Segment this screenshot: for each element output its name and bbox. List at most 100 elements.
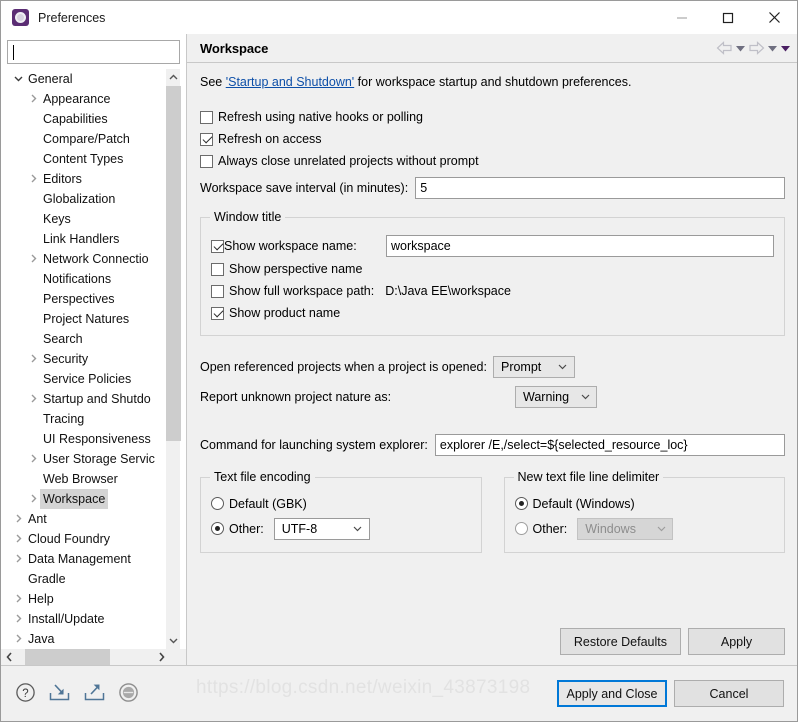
chevron-right-icon[interactable] <box>27 349 40 369</box>
sidebar-item-keys[interactable]: Keys <box>7 209 165 229</box>
chevron-right-icon[interactable] <box>12 509 25 529</box>
sidebar-item-ant[interactable]: Ant <box>7 509 165 529</box>
refresh-native-hooks-checkbox[interactable] <box>200 110 213 124</box>
delimiter-other-radio[interactable] <box>514 522 528 535</box>
sidebar-item-content-types[interactable]: Content Types <box>7 149 165 169</box>
show-full-workspace-path-checkbox[interactable] <box>211 284 224 298</box>
maximize-button[interactable] <box>705 1 751 34</box>
sidebar-item-ui-responsiveness[interactable]: UI Responsiveness <box>7 429 165 449</box>
system-explorer-input[interactable]: explorer /E,/select=${selected_resource_… <box>434 434 785 456</box>
sidebar-item-perspectives[interactable]: Perspectives <box>7 289 165 309</box>
sidebar-item-java[interactable]: Java <box>7 629 165 649</box>
preferences-tree[interactable]: General Appearance Capabilities Compare/Pat… <box>7 69 165 649</box>
show-product-name-row[interactable]: Show product name <box>211 302 774 324</box>
show-perspective-name-row[interactable]: Show perspective name <box>211 258 774 280</box>
sidebar-item-globalization[interactable]: Globalization <box>7 189 165 209</box>
sidebar-item-cloud-foundry[interactable]: Cloud Foundry <box>7 529 165 549</box>
sidebar-item-security[interactable]: Security <box>7 349 165 369</box>
refresh-on-access-checkbox[interactable] <box>200 132 213 146</box>
apply-button[interactable]: Apply <box>688 628 785 655</box>
help-icon[interactable]: ? <box>15 682 36 706</box>
sidebar-item-workspace[interactable]: Workspace <box>7 489 165 509</box>
sidebar-item-data-management[interactable]: Data Management <box>7 549 165 569</box>
sidebar-item-user-storage-servic[interactable]: User Storage Servic <box>7 449 165 469</box>
encoding-select[interactable]: UTF-8 <box>273 517 370 540</box>
chevron-right-icon[interactable] <box>27 169 40 189</box>
forward-arrow-icon[interactable] <box>748 38 765 58</box>
startup-shutdown-link[interactable]: 'Startup and Shutdown' <box>226 75 354 89</box>
chevron-right-icon[interactable] <box>12 629 25 649</box>
sidebar-item-link-handlers[interactable]: Link Handlers <box>7 229 165 249</box>
tree-hscroll-thumb[interactable] <box>25 649 110 665</box>
minimize-button[interactable] <box>659 1 705 34</box>
workspace-name-input[interactable]: workspace <box>386 235 774 257</box>
scroll-up-icon[interactable] <box>166 69 181 86</box>
search-input[interactable] <box>14 45 174 59</box>
show-workspace-name-checkbox[interactable] <box>211 239 224 253</box>
sidebar-item-appearance[interactable]: Appearance <box>7 89 165 109</box>
sidebar-item-install-update[interactable]: Install/Update <box>7 609 165 629</box>
report-nature-select[interactable]: Warning <box>515 386 597 408</box>
sidebar-item-editors[interactable]: Editors <box>7 169 165 189</box>
open-referenced-select[interactable]: Prompt <box>492 356 575 378</box>
sidebar-item-tracing[interactable]: Tracing <box>7 409 165 429</box>
chevron-right-icon[interactable] <box>12 529 25 549</box>
import-icon[interactable] <box>48 682 71 706</box>
delimiter-select[interactable]: Windows <box>577 517 674 540</box>
checkbox-row-refresh-native[interactable]: Refresh using native hooks or polling <box>200 106 785 128</box>
sidebar-item-notifications[interactable]: Notifications <box>7 269 165 289</box>
apply-and-close-button[interactable]: Apply and Close <box>557 680 667 707</box>
checkbox-row-close-unrelated[interactable]: Always close unrelated projects without … <box>200 150 785 172</box>
encoding-default-radio[interactable] <box>211 497 224 510</box>
sidebar-item-capabilities[interactable]: Capabilities <box>7 109 165 129</box>
encoding-other-radio[interactable] <box>211 522 224 535</box>
save-interval-input[interactable]: 5 <box>415 177 785 199</box>
show-full-workspace-path-row[interactable]: Show full workspace path: D:\Java EE\wor… <box>211 280 774 302</box>
sidebar-item-service-policies[interactable]: Service Policies <box>7 369 165 389</box>
show-perspective-name-label: Show perspective name <box>229 262 363 276</box>
sidebar-item-startup-and-shutdo[interactable]: Startup and Shutdo <box>7 389 165 409</box>
scroll-right-icon[interactable] <box>153 649 170 665</box>
checkbox-row-refresh-access[interactable]: Refresh on access <box>200 128 785 150</box>
close-button[interactable] <box>751 1 797 34</box>
delimiter-default-row[interactable]: Default (Windows) <box>514 492 775 515</box>
tree-vertical-scrollbar[interactable] <box>165 69 181 649</box>
scroll-down-icon[interactable] <box>166 632 181 649</box>
record-icon[interactable] <box>118 682 139 706</box>
chevron-right-icon[interactable] <box>27 249 40 269</box>
tree-horizontal-scrollbar[interactable] <box>1 649 186 665</box>
chevron-right-icon[interactable] <box>27 489 40 509</box>
overflow-chevron-down-filled-icon[interactable] <box>780 38 791 58</box>
cancel-button[interactable]: Cancel <box>674 680 784 707</box>
sidebar-item-gradle[interactable]: Gradle <box>7 569 165 589</box>
encoding-default-row[interactable]: Default (GBK) <box>211 492 471 515</box>
sidebar-item-web-browser[interactable]: Web Browser <box>7 469 165 489</box>
sidebar-item-help[interactable]: Help <box>7 589 165 609</box>
chevron-right-icon[interactable] <box>12 589 25 609</box>
chevron-right-icon[interactable] <box>12 549 25 569</box>
sidebar-item-general[interactable]: General <box>7 69 165 89</box>
sidebar-item-project-natures[interactable]: Project Natures <box>7 309 165 329</box>
encoding-other-row[interactable]: Other: UTF-8 <box>211 515 471 542</box>
delimiter-default-radio[interactable] <box>514 497 528 510</box>
back-menu-chevron-down-icon[interactable] <box>735 38 746 58</box>
chevron-right-icon[interactable] <box>12 609 25 629</box>
show-perspective-name-checkbox[interactable] <box>211 262 224 276</box>
back-arrow-icon[interactable] <box>716 38 733 58</box>
chevron-right-icon[interactable] <box>27 449 40 469</box>
chevron-down-icon[interactable] <box>12 69 25 89</box>
sidebar-item-compare-patch[interactable]: Compare/Patch <box>7 129 165 149</box>
sidebar-item-network-connectio[interactable]: Network Connectio <box>7 249 165 269</box>
forward-menu-chevron-down-icon[interactable] <box>767 38 778 58</box>
show-product-name-checkbox[interactable] <box>211 306 224 320</box>
export-icon[interactable] <box>83 682 106 706</box>
tree-scroll-thumb[interactable] <box>166 86 181 441</box>
chevron-right-icon[interactable] <box>27 389 40 409</box>
filter-field[interactable] <box>7 40 180 64</box>
close-unrelated-projects-checkbox[interactable] <box>200 154 213 168</box>
scroll-left-icon[interactable] <box>1 649 18 665</box>
delimiter-other-row[interactable]: Other: Windows <box>514 515 775 542</box>
restore-defaults-button[interactable]: Restore Defaults <box>559 628 681 655</box>
sidebar-item-search[interactable]: Search <box>7 329 165 349</box>
chevron-right-icon[interactable] <box>27 89 40 109</box>
